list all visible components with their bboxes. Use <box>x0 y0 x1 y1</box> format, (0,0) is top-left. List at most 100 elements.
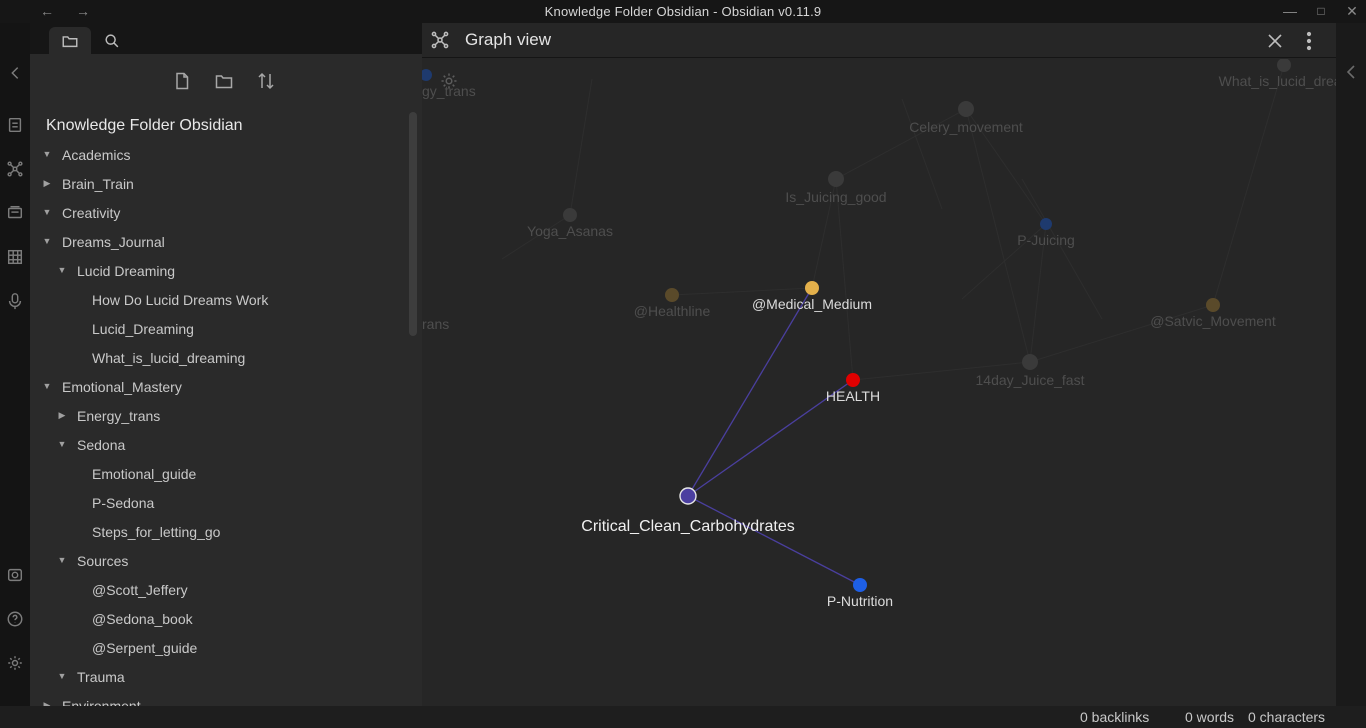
graph-edge <box>687 287 813 497</box>
graph-node-label: rans <box>422 316 449 332</box>
pane-title: Graph view <box>465 30 551 49</box>
quick-switcher-icon[interactable] <box>5 115 25 135</box>
folder-item[interactable]: ▼ Lucid Dreaming <box>30 256 408 285</box>
graph-canvas[interactable]: Critical_Clean_Carbohydrates HEALTH @Medic… <box>422 59 1336 706</box>
vault-name[interactable]: Knowledge Folder Obsidian <box>46 117 243 135</box>
graph-node-label: Yoga_Asanas <box>527 223 613 239</box>
gear-icon[interactable] <box>439 71 459 91</box>
file-item[interactable]: How Do Lucid Dreams Work <box>30 285 408 314</box>
caret-down-icon[interactable]: ▼ <box>57 439 67 449</box>
sidebar-scrollbar[interactable] <box>409 112 417 706</box>
microphone-icon[interactable] <box>5 291 25 311</box>
graph-node[interactable] <box>1277 59 1291 72</box>
slides-icon[interactable] <box>5 203 25 223</box>
caret-down-icon[interactable]: ▼ <box>42 236 52 246</box>
tree-item-label: What_is_lucid_dreaming <box>92 349 246 366</box>
file-item[interactable]: @Serpent_guide <box>30 633 408 662</box>
kanban-icon[interactable] <box>5 247 25 267</box>
new-note-icon[interactable] <box>168 67 196 95</box>
graph-node[interactable] <box>853 578 867 592</box>
folder-item[interactable]: ▼ Sources <box>30 546 408 575</box>
file-item[interactable]: P-Sedona <box>30 488 408 517</box>
graph-node[interactable] <box>1022 354 1038 370</box>
vault-icon[interactable] <box>5 565 25 585</box>
folder-item[interactable]: ▶ Energy_trans <box>30 401 408 430</box>
maximize-icon[interactable]: □ <box>1311 2 1331 20</box>
file-item[interactable]: What_is_lucid_dreaming <box>30 343 408 372</box>
backlinks-count[interactable]: 0 backlinks <box>1080 709 1149 725</box>
title-bar: ← → Knowledge Folder Obsidian - Obsidian… <box>0 0 1366 23</box>
file-item[interactable]: @Scott_Jeffery <box>30 575 408 604</box>
caret-down-icon[interactable]: ▼ <box>57 671 67 681</box>
settings-icon[interactable] <box>5 653 25 673</box>
folder-item[interactable]: ▼ Dreams_Journal <box>30 227 408 256</box>
tree-item-label: Brain_Train <box>62 175 134 192</box>
tree-item-label: Sedona <box>77 436 126 453</box>
graph-node[interactable] <box>422 69 432 81</box>
graph-view-icon[interactable] <box>5 159 25 179</box>
caret-right-icon[interactable]: ▶ <box>42 178 52 188</box>
folder-item[interactable]: ▼ Trauma <box>30 662 408 691</box>
graph-edge <box>687 495 861 586</box>
graph-node[interactable] <box>805 281 819 295</box>
caret-down-icon[interactable]: ▼ <box>42 381 52 391</box>
window-title: Knowledge Folder Obsidian - Obsidian v0.… <box>544 4 822 19</box>
graph-node-label: Critical_Clean_Carbohydrates <box>581 518 794 535</box>
collapse-left-icon[interactable] <box>5 63 25 83</box>
folder-item[interactable]: ▼ Creativity <box>30 198 408 227</box>
file-item[interactable]: Emotional_guide <box>30 459 408 488</box>
graph-node[interactable] <box>846 373 860 387</box>
tree-item-label: Emotional_guide <box>92 465 197 482</box>
more-options-icon[interactable] <box>1300 30 1318 52</box>
collapse-right-icon[interactable] <box>1344 63 1358 81</box>
character-count: 0 characters <box>1248 709 1326 725</box>
graph-node[interactable] <box>563 208 577 222</box>
graph-node-label: HEALTH <box>826 388 880 404</box>
caret-down-icon[interactable]: ▼ <box>57 265 67 275</box>
close-icon[interactable] <box>1264 30 1286 52</box>
tree-item-label: Sources <box>77 552 129 569</box>
tree-item-label: Energy_trans <box>77 407 161 424</box>
caret-down-icon[interactable]: ▼ <box>42 207 52 217</box>
file-explorer-actions <box>30 67 422 95</box>
file-item[interactable]: Lucid_Dreaming <box>30 314 408 343</box>
caret-down-icon[interactable]: ▼ <box>57 555 67 565</box>
search-tab[interactable] <box>91 27 133 54</box>
graph-node[interactable] <box>665 288 679 302</box>
graph-node[interactable] <box>1206 298 1220 312</box>
close-icon[interactable]: ✕ <box>1342 2 1362 20</box>
file-explorer-tab[interactable] <box>49 27 91 54</box>
graph-node[interactable] <box>679 487 697 505</box>
file-item[interactable]: @Sedona_book <box>30 604 408 633</box>
graph-node-label: What_is_lucid_drean <box>1219 73 1336 89</box>
help-icon[interactable] <box>5 609 25 629</box>
left-ribbon <box>0 23 30 706</box>
graph-node-label: @Medical_Medium <box>752 296 872 312</box>
graph-node-label: Is_Juicing_good <box>785 189 886 205</box>
tree-item-label: @Serpent_guide <box>92 639 198 656</box>
folder-item[interactable]: ▼ Sedona <box>30 430 408 459</box>
obsidian-app: ← → Knowledge Folder Obsidian - Obsidian… <box>0 0 1366 728</box>
file-item[interactable]: Steps_for_letting_go <box>30 517 408 546</box>
tree-item-label: Dreams_Journal <box>62 233 165 250</box>
sort-icon[interactable] <box>252 67 280 95</box>
folder-item[interactable]: ▶ Environment <box>30 691 408 707</box>
file-explorer-sidebar: Knowledge Folder Obsidian ▼ Academics ▶ Bra… <box>30 23 422 706</box>
scrollbar-thumb[interactable] <box>409 112 417 336</box>
folder-item[interactable]: ▼ Academics <box>30 140 408 169</box>
new-folder-icon[interactable] <box>210 67 238 95</box>
sidebar-tab-bar <box>30 23 422 54</box>
minimize-icon[interactable]: — <box>1280 2 1300 20</box>
folder-item[interactable]: ▼ Emotional_Mastery <box>30 372 408 401</box>
graph-view-pane: Graph view Critical_Clean_Carbohydrates … <box>422 23 1336 706</box>
graph-node[interactable] <box>958 101 974 117</box>
caret-down-icon[interactable]: ▼ <box>42 149 52 159</box>
graph-node[interactable] <box>1040 218 1052 230</box>
graph-node[interactable] <box>828 171 844 187</box>
pane-header: Graph view <box>422 23 1336 58</box>
tree-item-label: Trauma <box>77 668 125 685</box>
graph-view-icon <box>430 30 450 50</box>
caret-right-icon[interactable]: ▶ <box>57 410 67 420</box>
folder-item[interactable]: ▶ Brain_Train <box>30 169 408 198</box>
tree-item-label: @Scott_Jeffery <box>92 581 188 598</box>
